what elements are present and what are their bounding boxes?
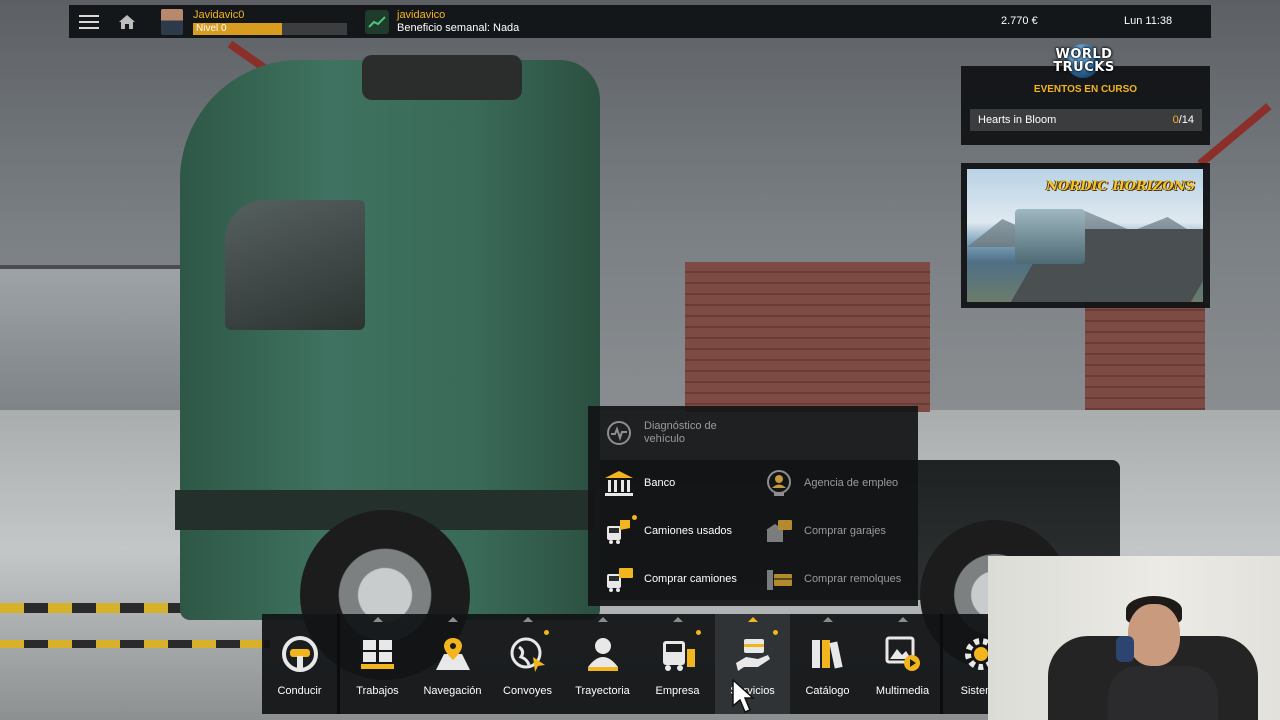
services-popup: Diagnóstico de vehículo Banco Agencia de…	[588, 406, 918, 606]
buy-trailers-icon	[763, 563, 795, 595]
dock-label: Trabajos	[356, 685, 399, 697]
service-buy-trucks[interactable]: Comprar camiones	[603, 561, 737, 597]
company-chart-icon	[365, 9, 389, 34]
chevron-up-icon	[447, 617, 458, 622]
company-info[interactable]: javidavico Beneficio semanal: Nada	[365, 5, 519, 38]
globe-icon	[507, 630, 549, 674]
webcam-overlay	[988, 556, 1280, 720]
service-label: Banco	[644, 476, 676, 489]
dock-label: Empresa	[655, 685, 700, 697]
floor-hazard-stripe	[0, 640, 270, 648]
dock-label: Convoyes	[503, 685, 552, 697]
dock-item-company[interactable]: Empresa	[640, 614, 715, 714]
chevron-up-icon	[597, 617, 608, 622]
service-label: Comprar camiones	[644, 572, 737, 585]
event-name: Hearts in Bloom	[978, 114, 1057, 126]
map-pin-icon	[432, 634, 474, 674]
truck-window	[225, 200, 365, 330]
buy-trucks-icon	[603, 563, 635, 595]
chevron-up-icon	[822, 617, 833, 622]
truck-company-icon	[657, 630, 701, 674]
dlc-banner-image: NORDIC HORIZONS	[967, 169, 1203, 302]
money-balance: 2.770 €	[1001, 15, 1038, 27]
chevron-up-icon	[372, 617, 383, 622]
dock-item-catalog[interactable]: Catálogo	[790, 614, 865, 714]
chevron-up-icon	[295, 617, 305, 622]
service-label: Diagnóstico de vehículo	[644, 420, 717, 445]
dock-item-multimedia[interactable]: Multimedia	[865, 614, 940, 714]
chevron-up-icon	[976, 617, 986, 622]
service-bank[interactable]: Banco	[603, 465, 675, 501]
mouse-cursor-icon	[732, 678, 755, 713]
service-label: Comprar garajes	[804, 524, 886, 537]
chevron-up-icon	[522, 617, 533, 622]
top-bar: Javidavic0 Nivel 0 javidavico Beneficio …	[69, 5, 1211, 38]
diagnostics-icon	[603, 417, 635, 449]
weekly-profit: Beneficio semanal: Nada	[397, 21, 520, 34]
garage-window	[0, 265, 190, 410]
dlc-banner-title: NORDIC HORIZONS	[1046, 179, 1195, 194]
service-label: Agencia de empleo	[804, 476, 899, 489]
service-used-trucks[interactable]: Camiones usados	[603, 513, 732, 549]
dock-item-navigation[interactable]: Navegación	[415, 614, 490, 714]
service-label: Camiones usados	[644, 524, 733, 537]
brick-wall-right	[1085, 300, 1205, 410]
streamer-head	[1128, 604, 1180, 666]
bottom-dock: Conducir Trabajos Navegación Convoyes Tr…	[262, 614, 1000, 714]
brick-wall	[685, 262, 930, 412]
multimedia-icon	[882, 634, 924, 674]
truck-visor	[362, 55, 522, 100]
world-of-trucks-logo: WORLD TRUCKS	[1036, 44, 1132, 78]
level-progress-bar: Nivel 0	[193, 22, 347, 35]
level-label: Nivel 0	[196, 22, 227, 34]
dock-item-drive[interactable]: Conducir	[262, 614, 337, 714]
dock-item-career[interactable]: Trayectoria	[565, 614, 640, 714]
chevron-up-icon	[672, 617, 683, 622]
steering-wheel-icon	[279, 634, 321, 674]
service-buy-garage[interactable]: Comprar garajes	[763, 513, 886, 549]
dock-label: Catálogo	[805, 685, 850, 697]
streamer-body	[1108, 666, 1218, 720]
service-label: Comprar remolques	[804, 572, 902, 585]
hamburger-menu-icon[interactable]	[69, 5, 109, 38]
cargo-boxes-icon	[357, 634, 399, 674]
events-title: EVENTOS EN CURSO	[1033, 84, 1138, 95]
chevron-up-icon	[897, 617, 908, 622]
game-clock: Lun 11:38	[1124, 15, 1173, 27]
dock-item-jobs[interactable]: Trabajos	[340, 614, 415, 714]
avatar	[161, 8, 183, 35]
service-buy-trailers[interactable]: Comprar remolques	[763, 561, 901, 597]
company-name: javidavico	[397, 8, 446, 21]
buy-garage-icon	[763, 515, 795, 547]
dock-label: Conducir	[277, 685, 322, 697]
dock-label: Multimedia	[875, 685, 930, 697]
dlc-banner[interactable]: NORDIC HORIZONS	[961, 163, 1210, 308]
services-hand-icon	[732, 630, 778, 674]
service-recruitment-agency[interactable]: Agencia de empleo	[763, 465, 898, 501]
service-diagnostics[interactable]: Diagnóstico de vehículo	[603, 415, 744, 451]
player-name: Javidavic0	[193, 8, 245, 21]
used-trucks-icon	[603, 515, 637, 547]
home-icon[interactable]	[109, 5, 145, 38]
event-progress: 0/14	[1172, 114, 1194, 126]
person-icon	[582, 634, 624, 674]
player-profile[interactable]: Javidavic0 Nivel 0	[161, 5, 347, 38]
recruitment-agency-icon	[763, 467, 795, 499]
dock-item-convoys[interactable]: Convoyes	[490, 614, 565, 714]
books-icon	[807, 634, 849, 674]
dock-label: Navegación	[423, 685, 482, 697]
event-row[interactable]: Hearts in Bloom 0/14	[970, 109, 1202, 131]
dock-label: Trayectoria	[575, 685, 630, 697]
chevron-up-icon	[747, 617, 758, 622]
bank-icon	[603, 467, 635, 499]
headset-icon	[1116, 636, 1134, 662]
